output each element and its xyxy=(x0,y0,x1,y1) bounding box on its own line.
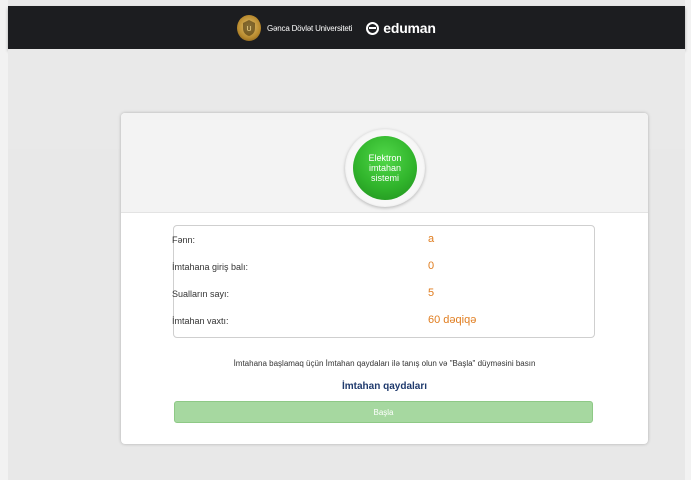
question-count-label: Sualların sayı: xyxy=(172,289,230,299)
page-left-edge xyxy=(0,0,8,480)
badge-line-1: Elektron xyxy=(368,153,402,163)
top-navbar: U Gənca Dövlət Universiteti eduman xyxy=(8,6,685,49)
instruction-text: İmtahana başlamaq üçün İmtahan qaydaları… xyxy=(233,359,536,368)
subject-value: a xyxy=(428,233,435,245)
info-row-question-count: Sualların sayı: 5 xyxy=(172,282,594,309)
brand-name: eduman xyxy=(383,20,436,36)
question-count-value: 5 xyxy=(428,287,435,299)
page-right-edge xyxy=(685,0,691,480)
eduman-logo-icon xyxy=(366,21,380,35)
info-row-entry-score: İmtahana giriş balı: 0 xyxy=(172,255,594,282)
exam-info-box: Fənn: a İmtahana giriş balı: 0 Sualların… xyxy=(172,225,595,338)
eduman-brand[interactable]: eduman xyxy=(366,20,436,36)
badge-line-2: imtahan xyxy=(368,163,402,173)
badge-line-3: sistemi xyxy=(370,173,399,183)
duration-value: 60 dəqiqə xyxy=(428,314,477,326)
exam-system-badge: Elektron imtahan sistemi xyxy=(353,136,417,200)
entry-score-label: İmtahana giriş balı: xyxy=(172,262,249,272)
university-seal-icon[interactable]: U xyxy=(237,15,261,41)
exam-card: Elektron imtahan sistemi Fənn: a İmtahan… xyxy=(121,113,648,444)
start-button[interactable]: Başla xyxy=(174,401,593,423)
exam-rules-link[interactable]: İmtahan qaydaları xyxy=(121,381,648,392)
brand-area: U Gənca Dövlət Universiteti eduman xyxy=(237,15,436,41)
info-row-subject: Fənn: a xyxy=(172,228,594,255)
entry-score-value: 0 xyxy=(428,260,435,272)
duration-label: İmtahan vaxtı: xyxy=(172,316,229,326)
subject-label: Fənn: xyxy=(172,235,196,245)
svg-text:U: U xyxy=(246,25,251,33)
university-name[interactable]: Gənca Dövlət Universiteti xyxy=(267,24,352,33)
info-row-duration: İmtahan vaxtı: 60 dəqiqə xyxy=(172,309,594,336)
card-header: Elektron imtahan sistemi xyxy=(121,113,648,213)
